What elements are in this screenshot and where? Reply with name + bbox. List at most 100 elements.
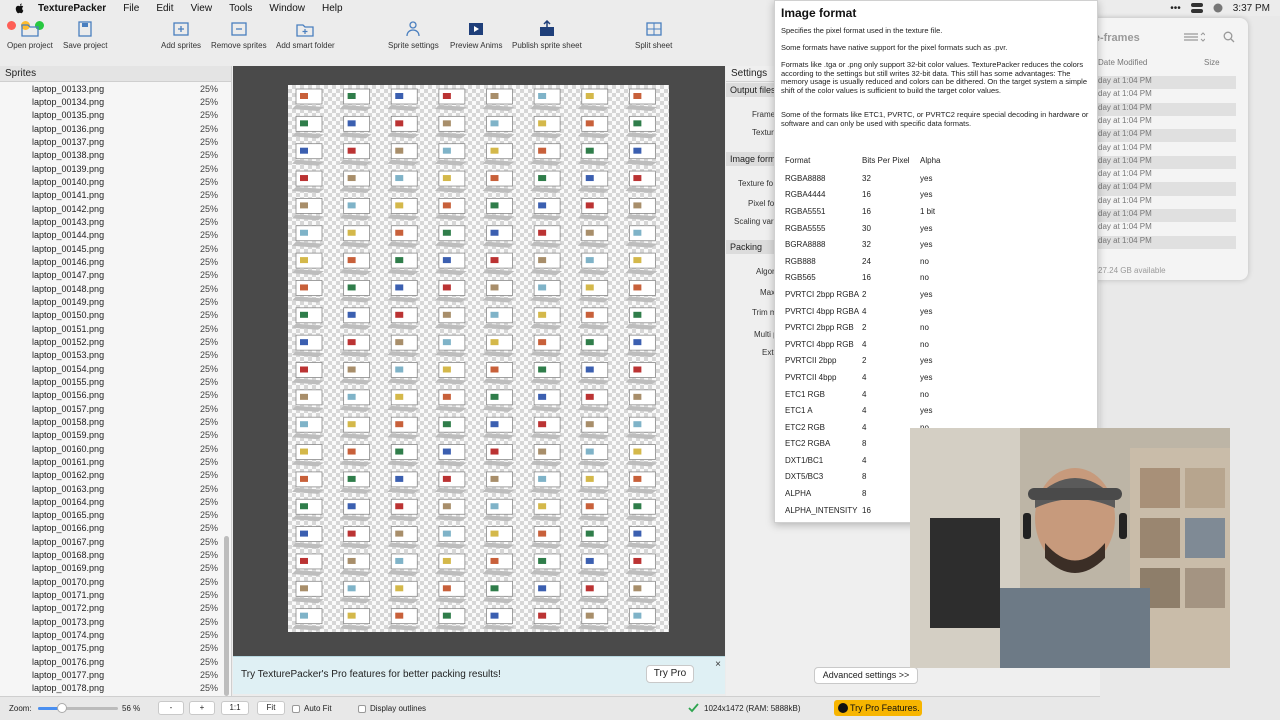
sprite-sheet-preview[interactable] [288, 85, 669, 632]
finder-row[interactable]: day at 1:04 PM [1098, 102, 1236, 116]
add-sprites-button[interactable]: Add sprites [161, 20, 201, 50]
siri-icon[interactable] [1213, 3, 1223, 13]
sprite-list-item[interactable]: laptop_00172.png 25% [0, 602, 231, 615]
remove-sprites-button[interactable]: Remove sprites [211, 20, 267, 50]
finder-row[interactable]: day at 1:04 PM [1098, 155, 1236, 170]
sprite-list-item[interactable]: laptop_00153.png 25% [0, 349, 231, 362]
sprite-list-item[interactable]: laptop_00141.png 25% [0, 189, 231, 202]
try-pro-button[interactable]: Try Pro [646, 665, 694, 683]
sprite-list-item[interactable]: laptop_00150.png 25% [0, 309, 231, 322]
sprite-list-item[interactable]: laptop_00171.png 25% [0, 588, 231, 601]
menu-view[interactable]: View [191, 3, 213, 14]
sprite-list-item[interactable]: laptop_00165.png 25% [0, 509, 231, 522]
finder-row[interactable]: day at 1:04 PM [1098, 143, 1236, 156]
sprite-list-item[interactable]: laptop_00134.png 25% [0, 95, 231, 108]
menu-window[interactable]: Window [269, 3, 305, 14]
open-project-button[interactable]: Open project [7, 20, 53, 50]
date-modified-header[interactable]: Date Modified [1098, 58, 1147, 67]
sprite-list-item[interactable]: laptop_00133.png 25% [0, 82, 231, 95]
sprite-settings-button[interactable]: Sprite settings [388, 20, 439, 50]
finder-row[interactable]: day at 1:04 PM [1098, 222, 1236, 235]
sprite-list-item[interactable]: laptop_00162.png 25% [0, 469, 231, 482]
sprite-list-item[interactable]: laptop_00148.png 25% [0, 282, 231, 295]
sprite-list-item[interactable]: laptop_00173.png 25% [0, 615, 231, 628]
sprite-list-item[interactable]: laptop_00146.png 25% [0, 255, 231, 268]
try-pro-features-button[interactable]: Try Pro Features. [834, 700, 922, 716]
sprite-list-item[interactable]: laptop_00164.png 25% [0, 495, 231, 508]
sprite-list-item[interactable]: laptop_00177.png 25% [0, 668, 231, 681]
more-icon[interactable]: ••• [1170, 3, 1181, 14]
search-icon[interactable] [1223, 31, 1235, 43]
zoom-fit-button[interactable]: Fit [257, 701, 285, 715]
sprite-list-item[interactable]: laptop_00143.png 25% [0, 215, 231, 228]
sprite-list-item[interactable]: laptop_00145.png 25% [0, 242, 231, 255]
menu-app-name[interactable]: TexturePacker [38, 3, 106, 14]
sprite-list-item[interactable]: laptop_00157.png 25% [0, 402, 231, 415]
zoom-in-button[interactable]: + [189, 701, 215, 715]
sprite-list-item[interactable]: laptop_00147.png 25% [0, 269, 231, 282]
finder-row[interactable]: day at 1:04 PM [1098, 76, 1236, 90]
sprite-list-item[interactable]: laptop_00178.png 25% [0, 682, 231, 695]
sprite-list-item[interactable]: laptop_00137.png 25% [0, 135, 231, 148]
zoom-out-button[interactable]: - [158, 701, 184, 715]
sprite-list-item[interactable]: laptop_00139.png 25% [0, 162, 231, 175]
size-header[interactable]: Size [1204, 58, 1220, 67]
finder-row[interactable]: day at 1:04 PM [1098, 235, 1236, 249]
sprite-list-item[interactable]: laptop_00167.png 25% [0, 535, 231, 548]
finder-row[interactable]: day at 1:04 PM [1098, 182, 1236, 196]
add-smart-folder-button[interactable]: Add smart folder [276, 20, 335, 50]
menu-help[interactable]: Help [322, 3, 343, 14]
menu-edit[interactable]: Edit [156, 3, 173, 14]
sprite-list-item[interactable]: laptop_00168.png 25% [0, 548, 231, 561]
apple-icon[interactable] [14, 2, 26, 14]
sprite-list-item[interactable]: laptop_00135.png 25% [0, 109, 231, 122]
finder-row[interactable]: day at 1:04 PM [1098, 196, 1236, 209]
sprite-list-item[interactable]: laptop_00176.png 25% [0, 655, 231, 668]
sprite-list-item[interactable]: laptop_00140.png 25% [0, 175, 231, 188]
sprite-list-item[interactable]: laptop_00161.png 25% [0, 455, 231, 468]
sprites-scrollbar[interactable] [224, 536, 229, 696]
finder-row[interactable]: day at 1:04 PM [1098, 89, 1236, 102]
sprite-list-item[interactable]: laptop_00159.png 25% [0, 429, 231, 442]
finder-row[interactable]: day at 1:04 PM [1098, 169, 1236, 182]
list-view-icon[interactable] [1183, 32, 1205, 42]
sprite-list-item[interactable]: laptop_00142.png 25% [0, 202, 231, 215]
sprite-list-item[interactable]: laptop_00152.png 25% [0, 335, 231, 348]
zoom-one-to-one-button[interactable]: 1:1 [221, 701, 249, 715]
sprite-list-item[interactable]: laptop_00158.png 25% [0, 415, 231, 428]
publish-sprite-sheet-button[interactable]: Publish sprite sheet [512, 20, 582, 50]
sprite-list-item[interactable]: laptop_00138.png 25% [0, 149, 231, 162]
control-center-icon[interactable] [1190, 3, 1203, 13]
finder-row[interactable]: day at 1:04 PM [1098, 129, 1236, 143]
sprite-list-item[interactable]: laptop_00136.png 25% [0, 122, 231, 135]
sprite-list-item[interactable]: laptop_00149.png 25% [0, 295, 231, 308]
sprite-list-item[interactable]: laptop_00166.png 25% [0, 522, 231, 535]
display-outlines-checkbox-box[interactable] [358, 704, 366, 713]
zoom-slider[interactable] [38, 703, 118, 713]
banner-close-icon[interactable]: × [715, 659, 721, 670]
sprite-list-item[interactable]: laptop_00175.png 25% [0, 642, 231, 655]
menu-clock[interactable]: 3:37 PM [1233, 3, 1270, 14]
split-sheet-button[interactable]: Split sheet [635, 20, 672, 50]
zoom-slider-thumb[interactable] [57, 703, 67, 713]
sprite-list-item[interactable]: laptop_00160.png 25% [0, 442, 231, 455]
advanced-settings-button[interactable]: Advanced settings >> [814, 667, 918, 684]
display-outlines-checkbox[interactable]: Display outlines [358, 704, 426, 713]
sprite-list-item[interactable]: laptop_00151.png 25% [0, 322, 231, 335]
sprite-sheet-canvas[interactable] [233, 66, 725, 656]
menu-tools[interactable]: Tools [229, 3, 252, 14]
sprite-list-item[interactable]: laptop_00144.png 25% [0, 229, 231, 242]
sprite-list-item[interactable]: laptop_00174.png 25% [0, 628, 231, 641]
sprite-list-item[interactable]: laptop_00163.png 25% [0, 482, 231, 495]
sprite-list-item[interactable]: laptop_00169.png 25% [0, 562, 231, 575]
sprite-list-item[interactable]: laptop_00154.png 25% [0, 362, 231, 375]
menu-file[interactable]: File [123, 3, 139, 14]
finder-row[interactable]: day at 1:04 PM [1098, 209, 1236, 223]
sprite-list-item[interactable]: laptop_00170.png 25% [0, 575, 231, 588]
finder-row[interactable]: day at 1:04 PM [1098, 116, 1236, 129]
save-project-button[interactable]: Save project [63, 20, 107, 50]
auto-fit-checkbox[interactable]: Auto Fit [292, 704, 332, 713]
sprite-list-item[interactable]: laptop_00155.png 25% [0, 375, 231, 388]
auto-fit-checkbox-box[interactable] [292, 704, 300, 713]
sprite-list-item[interactable]: laptop_00156.png 25% [0, 389, 231, 402]
